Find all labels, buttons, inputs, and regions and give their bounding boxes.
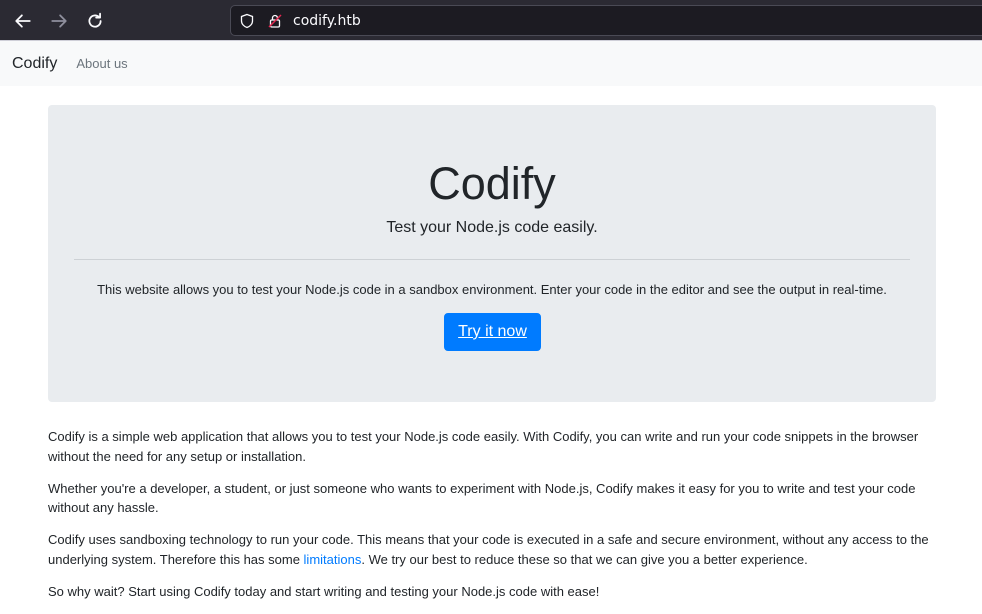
hero-divider	[74, 259, 910, 260]
arrow-right-icon	[51, 14, 67, 28]
shield-icon[interactable]	[239, 13, 255, 29]
audience-paragraph: Whether you're a developer, a student, o…	[48, 480, 916, 516]
hero-lead: Test your Node.js code easily.	[386, 219, 598, 236]
hero-description: This website allows you to test your Nod…	[97, 282, 887, 297]
url-text[interactable]: codify.htb	[293, 13, 361, 29]
forward-button[interactable]	[46, 8, 72, 34]
limitations-link[interactable]: limitations	[304, 552, 362, 567]
back-button[interactable]	[10, 8, 36, 34]
site-navbar: Codify About us	[0, 41, 982, 86]
address-bar[interactable]: codify.htb	[230, 5, 982, 36]
sandbox-text-after: . We try our best to reduce these so tha…	[361, 551, 808, 567]
closing-paragraph: So why wait? Start using Codify today an…	[48, 583, 600, 599]
navbar-brand[interactable]: Codify	[12, 55, 57, 73]
try-it-now-button[interactable]: Try it now	[444, 313, 541, 351]
main-content: Codify is a simple web application that …	[48, 427, 936, 614]
lock-insecure-icon[interactable]	[267, 13, 283, 29]
intro-paragraph: Codify is a simple web application that …	[48, 429, 919, 464]
hero-jumbotron: Codify Test your Node.js code easily. Th…	[48, 105, 936, 402]
hero-title: Codify	[428, 158, 556, 209]
sandbox-paragraph: Codify uses sandboxing technology to run…	[48, 530, 936, 569]
reload-icon	[88, 12, 102, 28]
reload-button[interactable]	[82, 8, 108, 34]
arrow-left-icon	[15, 14, 31, 28]
nav-link-about-us[interactable]: About us	[76, 56, 127, 71]
browser-toolbar: codify.htb	[0, 0, 982, 41]
